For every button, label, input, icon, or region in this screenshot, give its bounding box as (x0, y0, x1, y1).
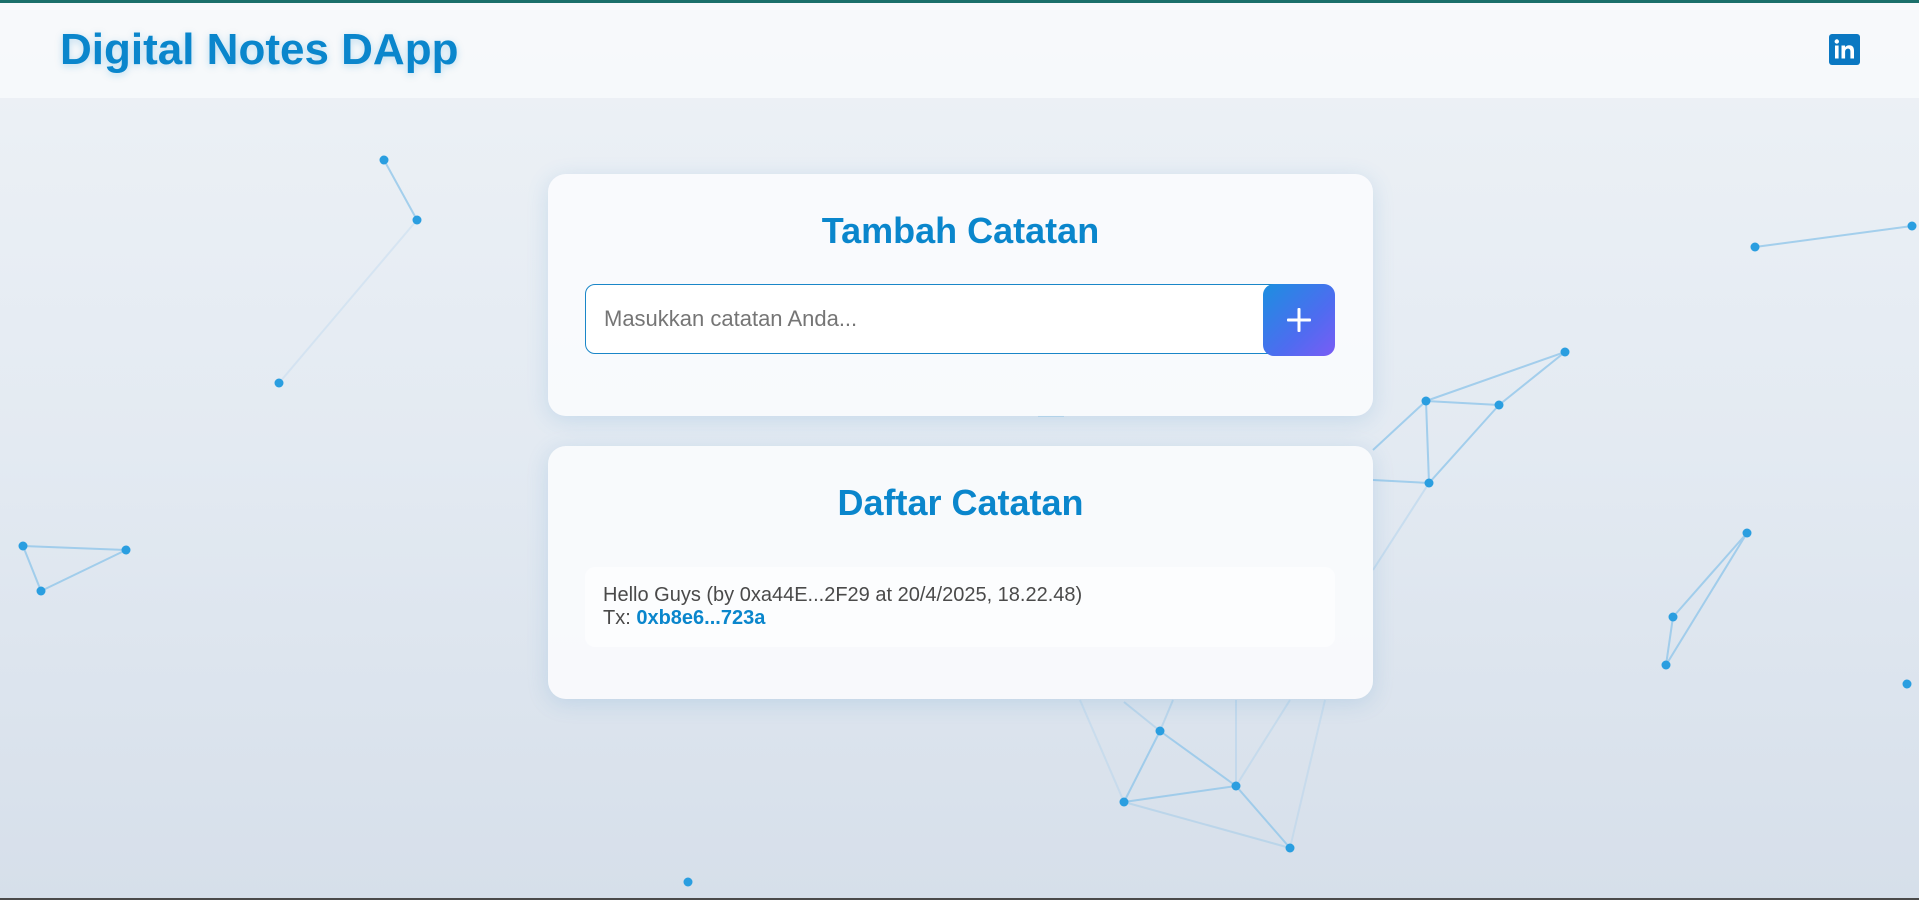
note-list-title: Daftar Catatan (837, 482, 1084, 523)
linkedin-icon[interactable] (1829, 34, 1860, 65)
add-note-button[interactable] (1263, 284, 1335, 356)
note-tx-link[interactable]: 0xb8e6...723a (636, 607, 765, 629)
app-title: Digital Notes DApp (60, 25, 459, 74)
note-list-card: Daftar Catatan Hello Guys (by 0xa44E...2… (548, 446, 1373, 699)
add-note-title: Tambah Catatan (821, 210, 1100, 251)
note-text: Hello Guys (by 0xa44E...2F29 at 20/4/202… (603, 584, 1083, 606)
note-tx-label: Tx: (603, 607, 637, 629)
app-header: Digital Notes DApp (0, 3, 1919, 98)
note-list-item: Hello Guys (by 0xa44E...2F29 at 20/4/202… (585, 567, 1335, 647)
add-note-card: Tambah Catatan (548, 174, 1373, 416)
plus-icon (1287, 308, 1311, 332)
note-input[interactable] (585, 284, 1299, 354)
note-tx-line: Tx: 0xb8e6...723a (603, 607, 1317, 630)
